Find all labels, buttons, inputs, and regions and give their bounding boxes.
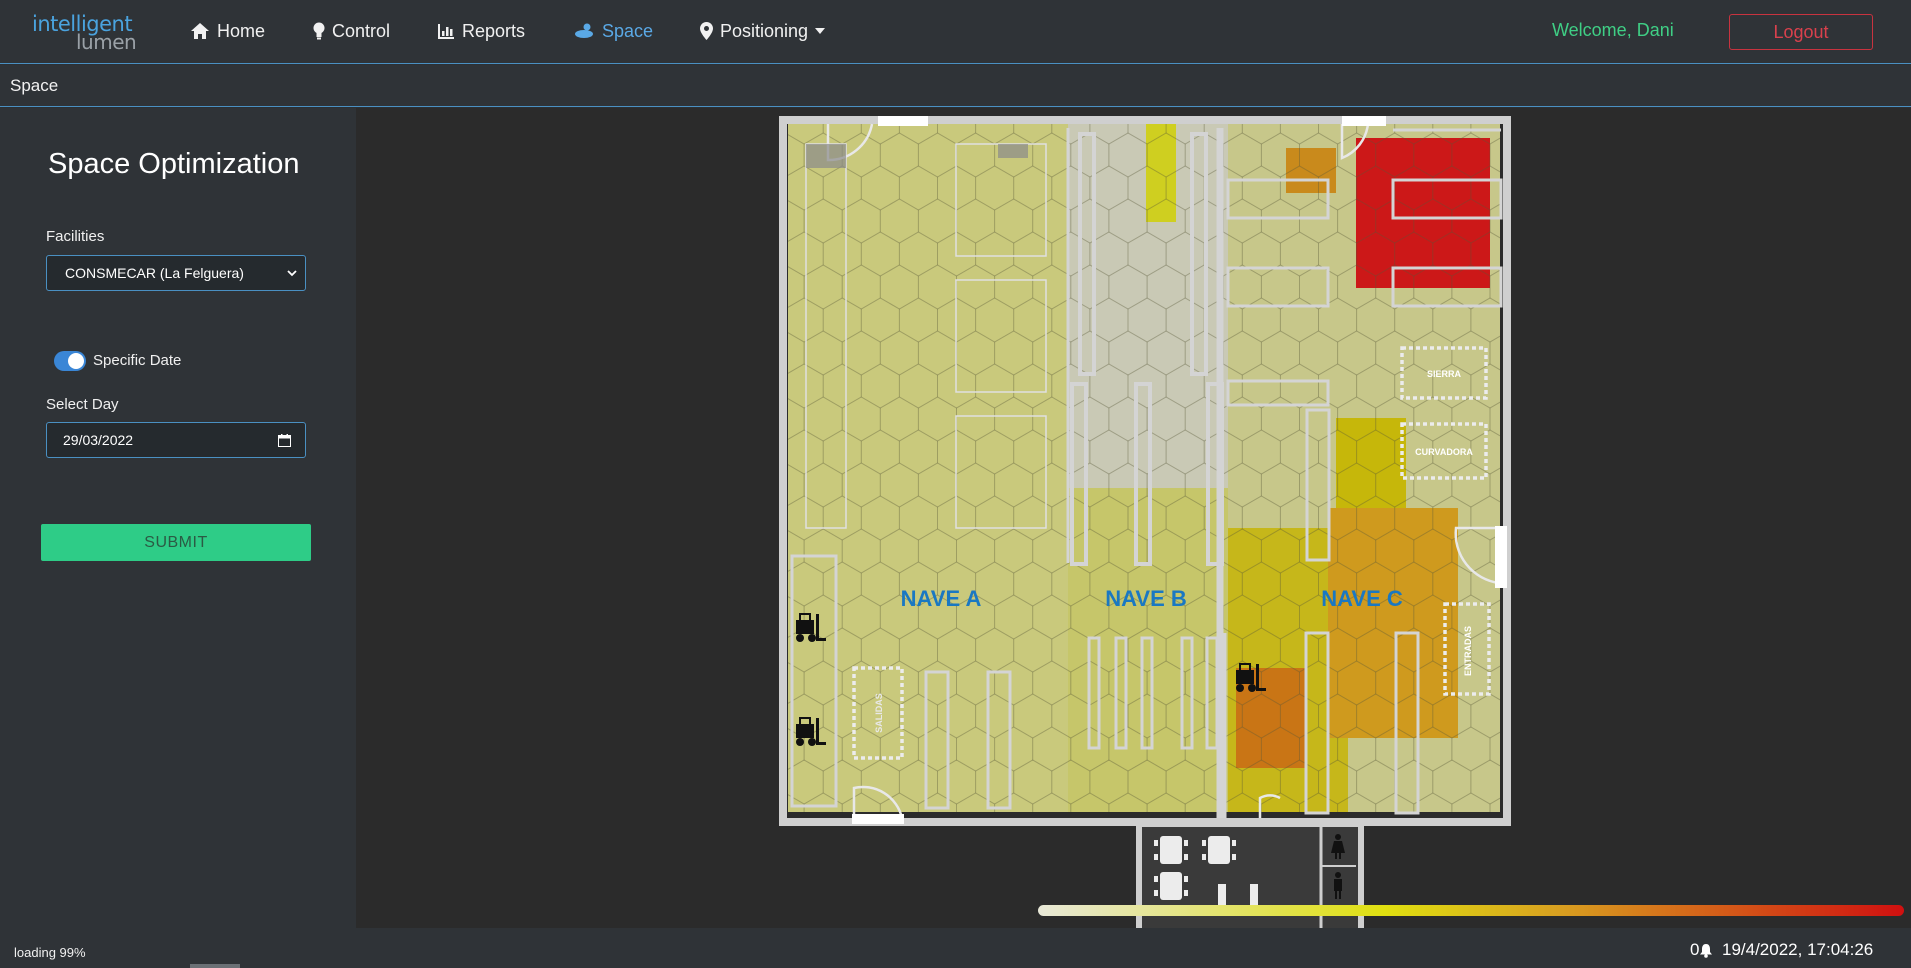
date-input[interactable]: 29/03/2022 [46, 422, 306, 458]
nav-control[interactable]: Control [313, 18, 390, 44]
area-label-salidas: SALIDAS [874, 693, 884, 733]
zone-label-nave-a: NAVE A [901, 586, 982, 611]
home-icon [191, 23, 209, 39]
page-title: Space Optimization [48, 148, 300, 180]
chevron-down-icon [287, 270, 297, 277]
heat-cell [976, 826, 1014, 870]
nav-positioning[interactable]: Positioning [700, 18, 826, 44]
area-label-sierra: SIERRA [1427, 369, 1462, 379]
nav-reports[interactable]: Reports [438, 18, 525, 44]
specific-date-toggle[interactable] [54, 351, 86, 371]
heat-cell [861, 826, 899, 870]
nav-space[interactable]: Space [573, 18, 653, 44]
submit-button[interactable]: SUBMIT [41, 524, 311, 561]
breadcrumb: Space [10, 76, 59, 95]
heat-cell [918, 859, 956, 903]
heat-cell [880, 859, 918, 903]
heat-cell [823, 826, 861, 870]
zone-label-nave-c: NAVE C [1321, 586, 1403, 611]
facilities-select-value: CONSMECAR (La Felguera) [65, 265, 244, 281]
logo-text-line2: lumen [76, 30, 137, 54]
heat-cell [1414, 859, 1452, 903]
nav-home[interactable]: Home [190, 18, 265, 44]
nav-control-label: Control [332, 20, 391, 41]
heat-cell [766, 859, 804, 903]
horizontal-scrollbar[interactable] [190, 964, 240, 968]
heat-cell [1471, 826, 1509, 870]
calendar-icon[interactable] [278, 434, 291, 447]
heat-cell [1090, 826, 1128, 870]
breadcrumb-bar: Space [0, 65, 1911, 107]
heat-cell [1033, 859, 1071, 903]
nav-space-label: Space [602, 20, 654, 41]
area-label-entradas: ENTRADAS [1463, 626, 1473, 676]
intelligent-lumen-logo[interactable]: intelligent lumen [32, 12, 137, 54]
heat-cell [1433, 826, 1471, 870]
loading-status: loading 99% [14, 945, 86, 960]
facilities-select[interactable]: CONSMECAR (La Felguera) [46, 255, 306, 291]
datetime: 19/4/2022, 17:04:26 [1722, 940, 1874, 959]
heat-cell [995, 859, 1033, 903]
notification-count: 0 [1690, 940, 1700, 959]
heat-cell [842, 859, 880, 903]
area-label-curvadora: CURVADORA [1415, 447, 1473, 457]
top-navbar: intelligent lumen Home Control Reports S… [0, 0, 1911, 64]
heat-cell [1395, 826, 1433, 870]
sidebar: Space Optimization Facilities CONSMECAR … [0, 108, 356, 928]
space-icon [575, 23, 593, 38]
heat-cell [957, 859, 995, 903]
map-pin-icon [700, 22, 713, 40]
heat-cell [747, 826, 785, 870]
select-day-label: Select Day [46, 396, 119, 413]
heat-cell [1052, 826, 1090, 870]
heat-legend-gradient [1038, 905, 1904, 916]
zone-label-nave-b: NAVE B [1105, 586, 1187, 611]
date-input-value: 29/03/2022 [63, 432, 134, 448]
status-bar: loading 99% 0 19/4/2022, 17:04:26 [0, 928, 1911, 968]
caret-down-icon [815, 28, 826, 34]
logout-button[interactable]: Logout [1729, 14, 1873, 50]
heat-cell [1014, 826, 1052, 870]
notifications[interactable]: 0 [1690, 940, 1713, 960]
heat-cell [938, 826, 976, 870]
bell-icon[interactable] [1699, 943, 1713, 958]
space-heatmap-panel: SIERRA CURVADORA ENTRADAS SALIDAS NAVE A… [356, 108, 1911, 928]
facilities-label: Facilities [46, 228, 105, 245]
specific-date-label: Specific Date [93, 352, 182, 369]
nav-reports-label: Reports [462, 20, 526, 41]
bar-chart-icon [438, 24, 454, 39]
heat-cell [804, 859, 842, 903]
heat-cell [785, 826, 823, 870]
nav-positioning-label: Positioning [720, 20, 809, 41]
welcome-text: Welcome, Dani [1552, 20, 1674, 40]
floorplan-heatmap: SIERRA CURVADORA ENTRADAS SALIDAS NAVE A… [747, 116, 1904, 928]
heat-cell [899, 826, 937, 870]
heat-cell [1490, 859, 1528, 903]
nav-home-label: Home [217, 20, 266, 41]
bulb-icon [313, 22, 325, 40]
heat-cell [1071, 859, 1109, 903]
heat-cell [1452, 859, 1490, 903]
heat-cell [1376, 859, 1414, 903]
